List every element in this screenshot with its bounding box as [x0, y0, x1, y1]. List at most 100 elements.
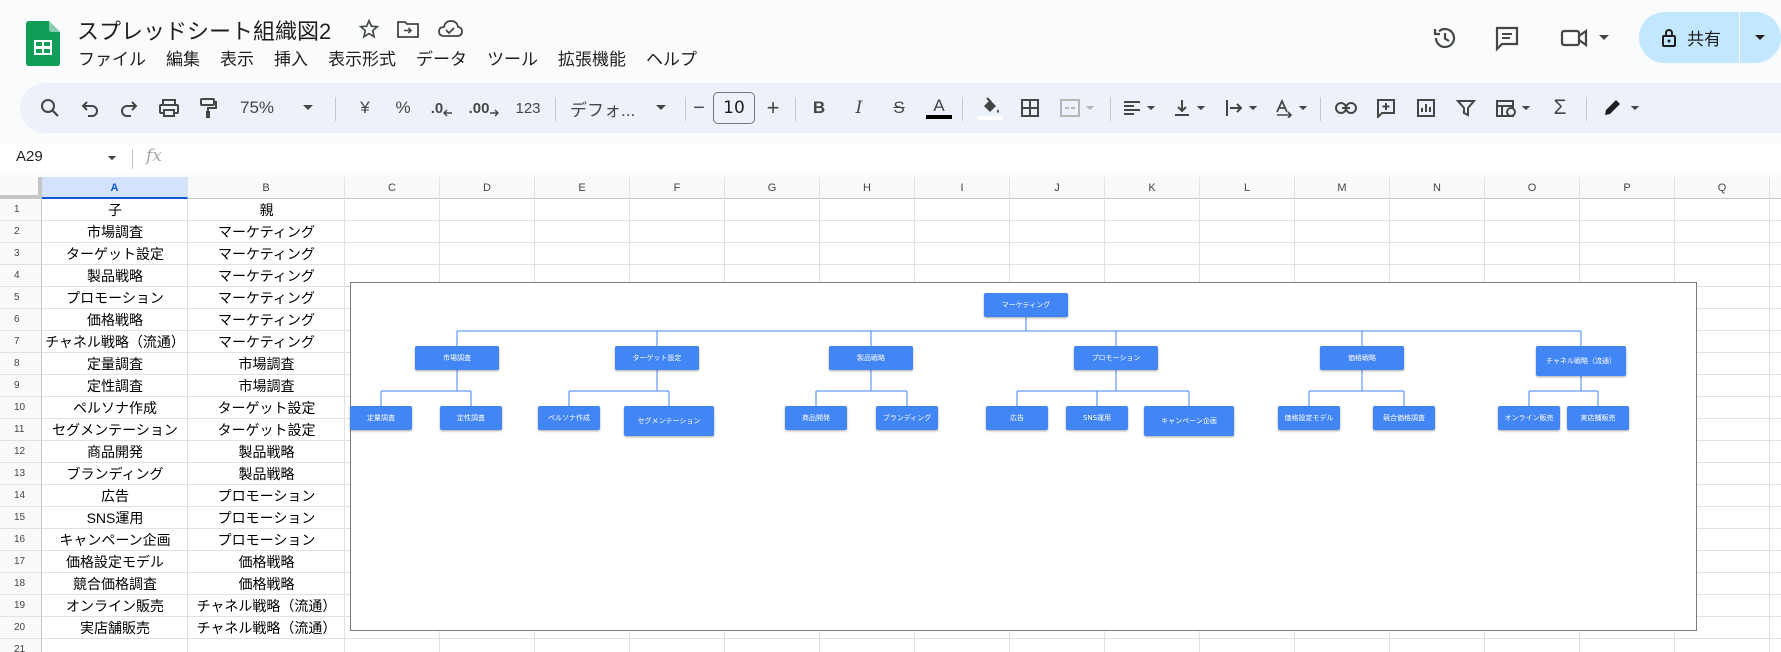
vertical-align-button[interactable]	[1168, 83, 1210, 133]
row-header-2[interactable]: 2	[0, 221, 42, 243]
row-header-9[interactable]: 9	[0, 375, 42, 397]
org-node-level2[interactable]: 広告	[986, 406, 1048, 430]
share-button[interactable]: 共有	[1639, 12, 1781, 63]
increase-decimal-button[interactable]: .00	[464, 83, 504, 133]
column-header-k[interactable]: K	[1105, 177, 1200, 199]
increase-font-size-button[interactable]: +	[760, 83, 786, 133]
share-main[interactable]: 共有	[1639, 12, 1739, 63]
org-node-level1[interactable]: 価格戦略	[1320, 346, 1404, 370]
font-select[interactable]: デフォ...	[562, 83, 682, 133]
menu-data[interactable]: データ	[406, 48, 477, 72]
cell-b5[interactable]: マーケティング	[188, 287, 345, 309]
row-header-11[interactable]: 11	[0, 419, 42, 441]
text-color-button[interactable]: A	[924, 83, 954, 133]
cell-b7[interactable]: マーケティング	[188, 331, 345, 353]
row-header-13[interactable]: 13	[0, 463, 42, 485]
row-header-6[interactable]: 6	[0, 309, 42, 331]
org-node-level2[interactable]: 定性調査	[440, 406, 502, 430]
column-header-d[interactable]: D	[440, 177, 535, 199]
cell-b4[interactable]: マーケティング	[188, 265, 345, 287]
menu-help[interactable]: ヘルプ	[636, 48, 707, 72]
insert-link-icon[interactable]	[1330, 83, 1362, 133]
org-node-level2[interactable]: 商品開発	[785, 406, 847, 430]
cell-a13[interactable]: ブランディング	[42, 463, 188, 485]
search-icon[interactable]	[34, 83, 66, 133]
cell-a20[interactable]: 実店舗販売	[42, 617, 188, 639]
org-node-level2[interactable]: ペルソナ作成	[538, 406, 600, 430]
cell-b3[interactable]: マーケティング	[188, 243, 345, 265]
column-header-f[interactable]: F	[630, 177, 725, 199]
filter-icon[interactable]	[1450, 83, 1482, 133]
column-header-l[interactable]: L	[1200, 177, 1295, 199]
cloud-status-icon[interactable]	[436, 15, 464, 43]
text-wrap-button[interactable]	[1220, 83, 1262, 133]
editing-mode-button[interactable]	[1596, 83, 1646, 133]
cell-b20[interactable]: チャネル戦略（流通）	[188, 617, 345, 639]
row-header-15[interactable]: 15	[0, 507, 42, 529]
row-header-20[interactable]: 20	[0, 617, 42, 639]
column-header-b[interactable]: B	[188, 177, 345, 199]
org-node-level1[interactable]: プロモーション	[1074, 346, 1158, 370]
row-header-19[interactable]: 19	[0, 595, 42, 617]
menu-tools[interactable]: ツール	[477, 48, 548, 72]
row-header-8[interactable]: 8	[0, 353, 42, 375]
cell-b1[interactable]: 親	[188, 199, 345, 221]
select-all-corner[interactable]	[0, 177, 42, 199]
star-icon[interactable]	[355, 15, 383, 43]
column-header-o[interactable]: O	[1485, 177, 1580, 199]
column-header-a[interactable]: A	[42, 177, 188, 199]
column-header-i[interactable]: I	[915, 177, 1010, 199]
org-node-level2[interactable]: 競合価格調査	[1373, 406, 1435, 430]
org-node-level2[interactable]: SNS運用	[1066, 406, 1128, 430]
cell-a5[interactable]: プロモーション	[42, 287, 188, 309]
column-header-e[interactable]: E	[535, 177, 630, 199]
cell-a14[interactable]: 広告	[42, 485, 188, 507]
column-header-j[interactable]: J	[1010, 177, 1105, 199]
row-header-18[interactable]: 18	[0, 573, 42, 595]
row-header-4[interactable]: 4	[0, 265, 42, 287]
filter-views-button[interactable]	[1490, 83, 1536, 133]
cell-a8[interactable]: 定量調査	[42, 353, 188, 375]
version-history-icon[interactable]	[1425, 18, 1465, 58]
column-header-c[interactable]: C	[345, 177, 440, 199]
comments-icon[interactable]	[1487, 18, 1527, 58]
cell-b17[interactable]: 価格戦略	[188, 551, 345, 573]
cell-b19[interactable]: チャネル戦略（流通）	[188, 595, 345, 617]
fill-color-button[interactable]	[974, 83, 1006, 133]
cell-a3[interactable]: ターゲット設定	[42, 243, 188, 265]
cell-a15[interactable]: SNS運用	[42, 507, 188, 529]
org-node-level1[interactable]: ターゲット設定	[615, 346, 699, 370]
row-header-17[interactable]: 17	[0, 551, 42, 573]
org-node-root[interactable]: マーケティング	[984, 293, 1068, 317]
cell-b10[interactable]: ターゲット設定	[188, 397, 345, 419]
column-header-p[interactable]: P	[1580, 177, 1675, 199]
sheets-logo-icon[interactable]	[26, 21, 60, 66]
cell-b13[interactable]: 製品戦略	[188, 463, 345, 485]
cell-a1[interactable]: 子	[42, 199, 188, 221]
undo-icon[interactable]	[74, 83, 106, 133]
cell-b8[interactable]: 市場調査	[188, 353, 345, 375]
row-header-21[interactable]: 21	[0, 639, 42, 652]
cell-a18[interactable]: 競合価格調査	[42, 573, 188, 595]
print-icon[interactable]	[153, 83, 185, 133]
strikethrough-button[interactable]: S	[884, 83, 914, 133]
cell-a16[interactable]: キャンペーン企画	[42, 529, 188, 551]
cell-a12[interactable]: 商品開発	[42, 441, 188, 463]
percent-format-button[interactable]: %	[388, 83, 418, 133]
italic-button[interactable]: I	[844, 83, 874, 133]
menu-file[interactable]: ファイル	[68, 48, 156, 72]
horizontal-align-button[interactable]	[1118, 83, 1160, 133]
insert-comment-icon[interactable]	[1370, 83, 1402, 133]
redo-icon[interactable]	[113, 83, 145, 133]
org-chart[interactable]: マーケティング 市場調査 定量調査 定性調査 ターゲット設定 ペルソナ作成 セグメンテーショ…	[350, 282, 1697, 631]
cell-a9[interactable]: 定性調査	[42, 375, 188, 397]
number-format-button[interactable]: 123	[510, 83, 546, 133]
row-header-10[interactable]: 10	[0, 397, 42, 419]
cell-b14[interactable]: プロモーション	[188, 485, 345, 507]
cell-b12[interactable]: 製品戦略	[188, 441, 345, 463]
cell-a6[interactable]: 価格戦略	[42, 309, 188, 331]
document-title[interactable]: スプレッドシート組織図2	[77, 14, 331, 46]
bold-button[interactable]: B	[804, 83, 834, 133]
menu-view[interactable]: 表示	[210, 48, 264, 72]
cell-b15[interactable]: プロモーション	[188, 507, 345, 529]
